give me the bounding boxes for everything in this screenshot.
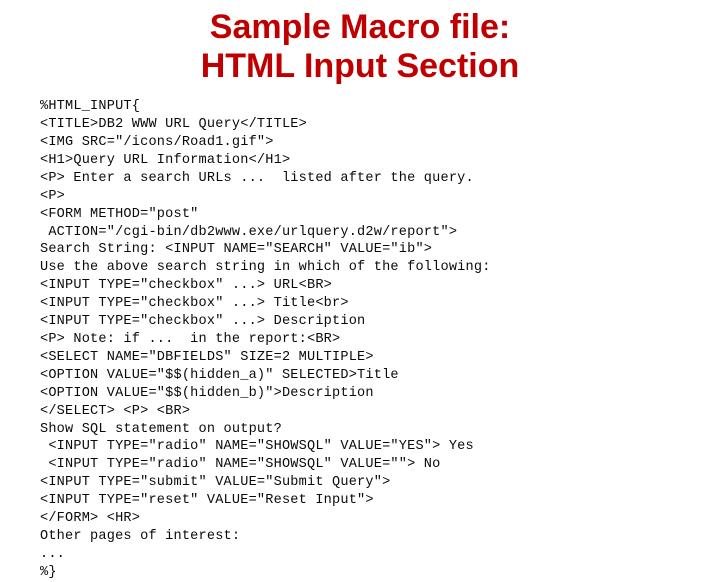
slide-title: Sample Macro file: HTML Input Section xyxy=(40,8,680,86)
slide: Sample Macro file: HTML Input Section %H… xyxy=(0,0,720,540)
title-line-1: Sample Macro file: xyxy=(210,8,510,46)
title-line-2: HTML Input Section xyxy=(201,47,520,85)
code-block: %HTML_INPUT{ <TITLE>DB2 WWW URL Query</T… xyxy=(40,98,661,581)
